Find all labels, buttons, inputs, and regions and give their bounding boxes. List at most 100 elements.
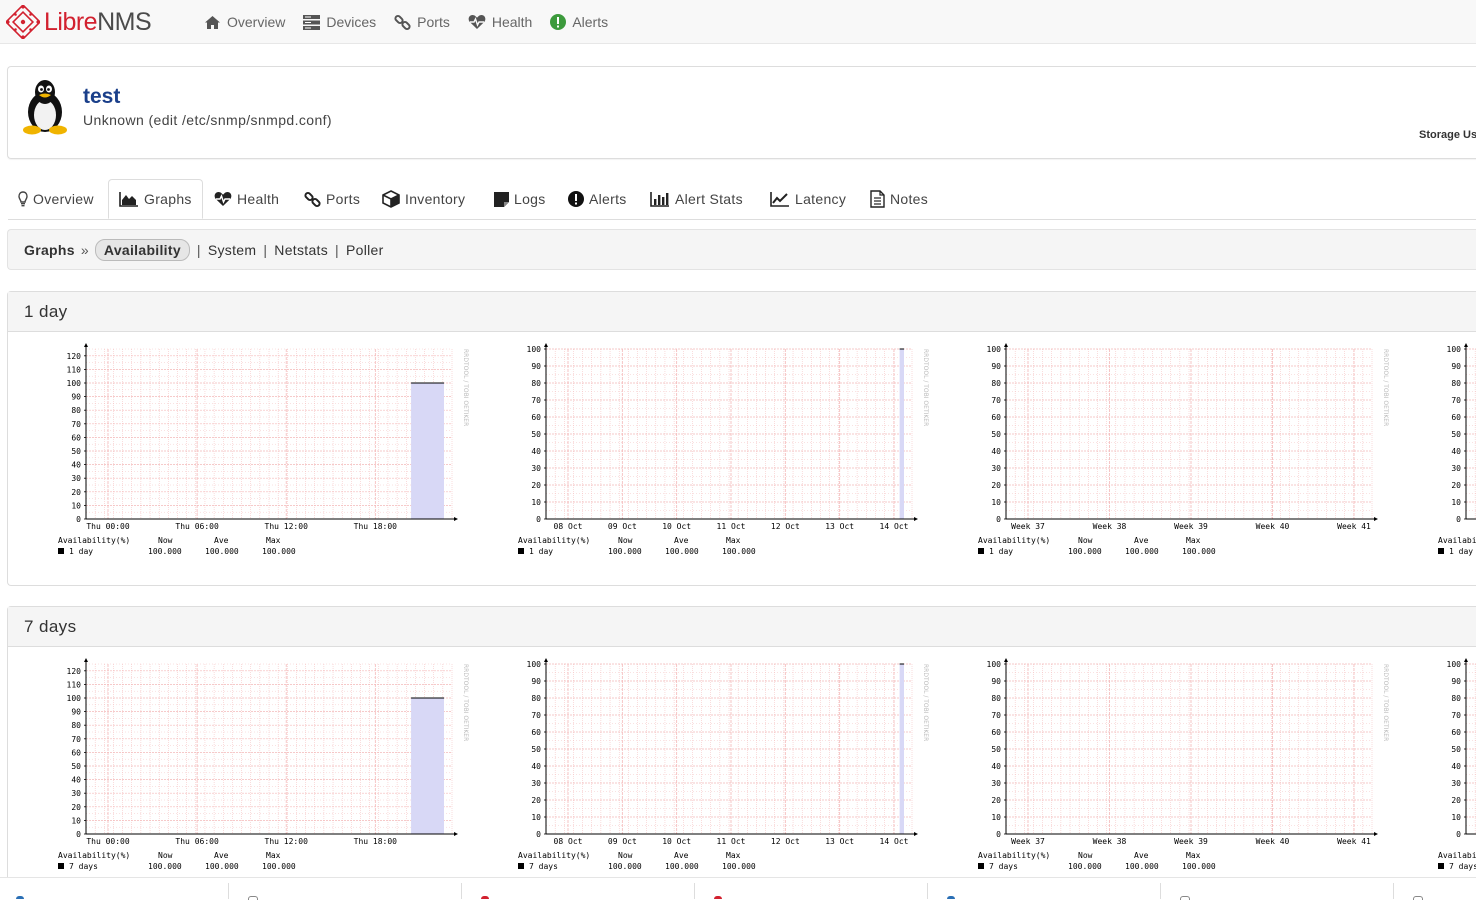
legend-value-max: 100.000 <box>1182 862 1216 871</box>
area-chart-icon <box>119 191 139 207</box>
availability-graph-4[interactable]: 0102030405060708090100RRDTOOL / TOBI OET… <box>1428 343 1476 573</box>
nav-ports[interactable]: Ports <box>394 14 450 31</box>
legend-value-now: 100.000 <box>608 862 642 871</box>
tab-latency[interactable]: Latency <box>770 179 846 219</box>
y-tick-label: 70 <box>991 396 1001 405</box>
y-tick-label: 50 <box>991 430 1001 439</box>
y-axis-arrow <box>84 343 88 347</box>
y-tick-label: 50 <box>71 762 81 771</box>
subnav-divider: | <box>335 241 339 258</box>
subnav-netstats[interactable]: Netstats <box>274 242 328 258</box>
tab-health[interactable]: Health <box>214 179 279 219</box>
y-tick-label: 90 <box>991 677 1001 686</box>
legend-heading: Availability(%) <box>58 851 130 860</box>
device-header-panel: test Unknown (edit /etc/snmp/snmpd.conf)… <box>7 66 1476 159</box>
nav-overview[interactable]: Overview <box>204 14 285 30</box>
legend-heading: Availability(%) <box>1438 851 1476 860</box>
rrdtool-watermark: RRDTOOL / TOBI OETIKER <box>1382 664 1389 741</box>
legend-value-ave: 100.000 <box>205 547 239 556</box>
rrdtool-watermark: RRDTOOL / TOBI OETIKER <box>922 349 929 426</box>
librenms-logo[interactable]: LibreNMS <box>6 5 152 39</box>
y-tick-label: 40 <box>991 447 1001 456</box>
y-tick-label: 10 <box>531 813 541 822</box>
subnav-poller[interactable]: Poller <box>346 242 384 258</box>
legend-col-ave: Ave <box>674 536 689 545</box>
legend-col-max: Max <box>1186 851 1201 860</box>
availability-area <box>899 664 904 834</box>
legend-value-ave: 100.000 <box>205 862 239 871</box>
legend-value-now: 100.000 <box>148 862 182 871</box>
x-tick-label: 11 Oct <box>717 522 746 531</box>
legend-col-max: Max <box>266 536 281 545</box>
tab-overview[interactable]: Overview <box>18 179 94 219</box>
y-tick-label: 10 <box>71 501 81 510</box>
legend-series-name: 1 day <box>529 547 553 556</box>
tab-inventory[interactable]: Inventory <box>382 179 465 219</box>
availability-graph-4[interactable]: 0102030405060708090100RRDTOOL / TOBI OET… <box>1428 658 1476 888</box>
subnav-system[interactable]: System <box>208 242 256 258</box>
x-tick-label: Week 38 <box>1093 522 1127 531</box>
y-tick-label: 20 <box>71 488 81 497</box>
y-tick-label: 60 <box>991 413 1001 422</box>
link-icon <box>394 14 411 31</box>
y-tick-label: 0 <box>536 830 541 839</box>
y-tick-label: 100 <box>987 345 1002 354</box>
availability-graph-2[interactable]: 0 10 20 30 40 50 60 70 80 90 100 08 Oct 09 Oct 10 Oct… <box>508 658 938 888</box>
y-tick-label: 60 <box>531 413 541 422</box>
rrdtool-watermark: RRDTOOL / TOBI OETIKER <box>1382 349 1389 426</box>
legend-value-max: 100.000 <box>262 547 296 556</box>
y-tick-label: 10 <box>991 813 1001 822</box>
sticky-note-icon <box>494 191 509 207</box>
nav-alerts[interactable]: Alerts <box>550 14 608 30</box>
subnav-availability[interactable]: Availability <box>94 238 190 261</box>
y-axis-arrow <box>1464 658 1468 662</box>
y-tick-label: 40 <box>1451 762 1461 771</box>
y-tick-label: 50 <box>1451 430 1461 439</box>
y-tick-label: 20 <box>71 803 81 812</box>
x-tick-label: Week 40 <box>1256 837 1290 846</box>
availability-graph-3[interactable]: 0 10 20 30 40 50 60 70 80 90 100 Week 37 Week 38 Week… <box>968 343 1398 573</box>
y-tick-label: 40 <box>991 762 1001 771</box>
bar-chart-icon <box>650 191 670 207</box>
y-tick-label: 10 <box>1451 498 1461 507</box>
tab-alert-stats-label: Alert Stats <box>675 191 743 207</box>
x-tick-label: 13 Oct <box>825 522 854 531</box>
subnav-divider: | <box>196 241 201 258</box>
legend-col-now: Now <box>618 851 633 860</box>
legend-series-name: 1 day <box>1449 547 1473 556</box>
availability-graph-1[interactable]: 0 10 20 30 40 50 60 70 80 90 100 110 120 Thu 00:00 Thu… <box>48 343 478 573</box>
x-tick-label: 09 Oct <box>608 837 637 846</box>
tab-alert-stats[interactable]: Alert Stats <box>650 179 743 219</box>
legend-value-max: 100.000 <box>262 862 296 871</box>
x-tick-label: 11 Oct <box>717 837 746 846</box>
y-tick-label: 10 <box>1451 813 1461 822</box>
availability-graph-1[interactable]: 0 10 20 30 40 50 60 70 80 90 100 110 120 Thu 00:00 Thu… <box>48 658 478 888</box>
legend-swatch <box>1438 548 1444 554</box>
y-axis-arrow <box>1464 343 1468 347</box>
x-tick-label: 14 Oct <box>880 837 909 846</box>
tab-alerts[interactable]: Alerts <box>568 179 627 219</box>
y-tick-label: 80 <box>531 694 541 703</box>
y-tick-label: 20 <box>991 481 1001 490</box>
tab-notes[interactable]: Notes <box>870 179 928 219</box>
tab-logs[interactable]: Logs <box>494 179 546 219</box>
y-tick-label: 70 <box>531 396 541 405</box>
tab-ports[interactable]: Ports <box>304 179 360 219</box>
legend-swatch <box>978 863 984 869</box>
legend-heading: Availability(%) <box>58 536 130 545</box>
server-icon <box>303 14 321 30</box>
nav-health[interactable]: Health <box>468 14 532 30</box>
nav-devices[interactable]: Devices <box>303 14 376 30</box>
tab-graphs[interactable]: Graphs <box>108 179 203 219</box>
x-tick-label: Thu 18:00 <box>354 522 398 531</box>
y-tick-label: 30 <box>1451 779 1461 788</box>
link-icon <box>304 191 321 208</box>
device-name[interactable]: test <box>83 85 120 109</box>
availability-graph-3[interactable]: 0 10 20 30 40 50 60 70 80 90 100 Week 37 Week 38 Week… <box>968 658 1398 888</box>
availability-graph-2[interactable]: 0 10 20 30 40 50 60 70 80 90 100 08 Oct 09 Oct 10 Oct… <box>508 343 938 573</box>
legend-swatch <box>58 863 64 869</box>
x-tick-label: Thu 12:00 <box>265 522 309 531</box>
y-tick-label: 40 <box>71 776 81 785</box>
legend-col-max: Max <box>726 536 741 545</box>
y-tick-label: 100 <box>987 660 1002 669</box>
